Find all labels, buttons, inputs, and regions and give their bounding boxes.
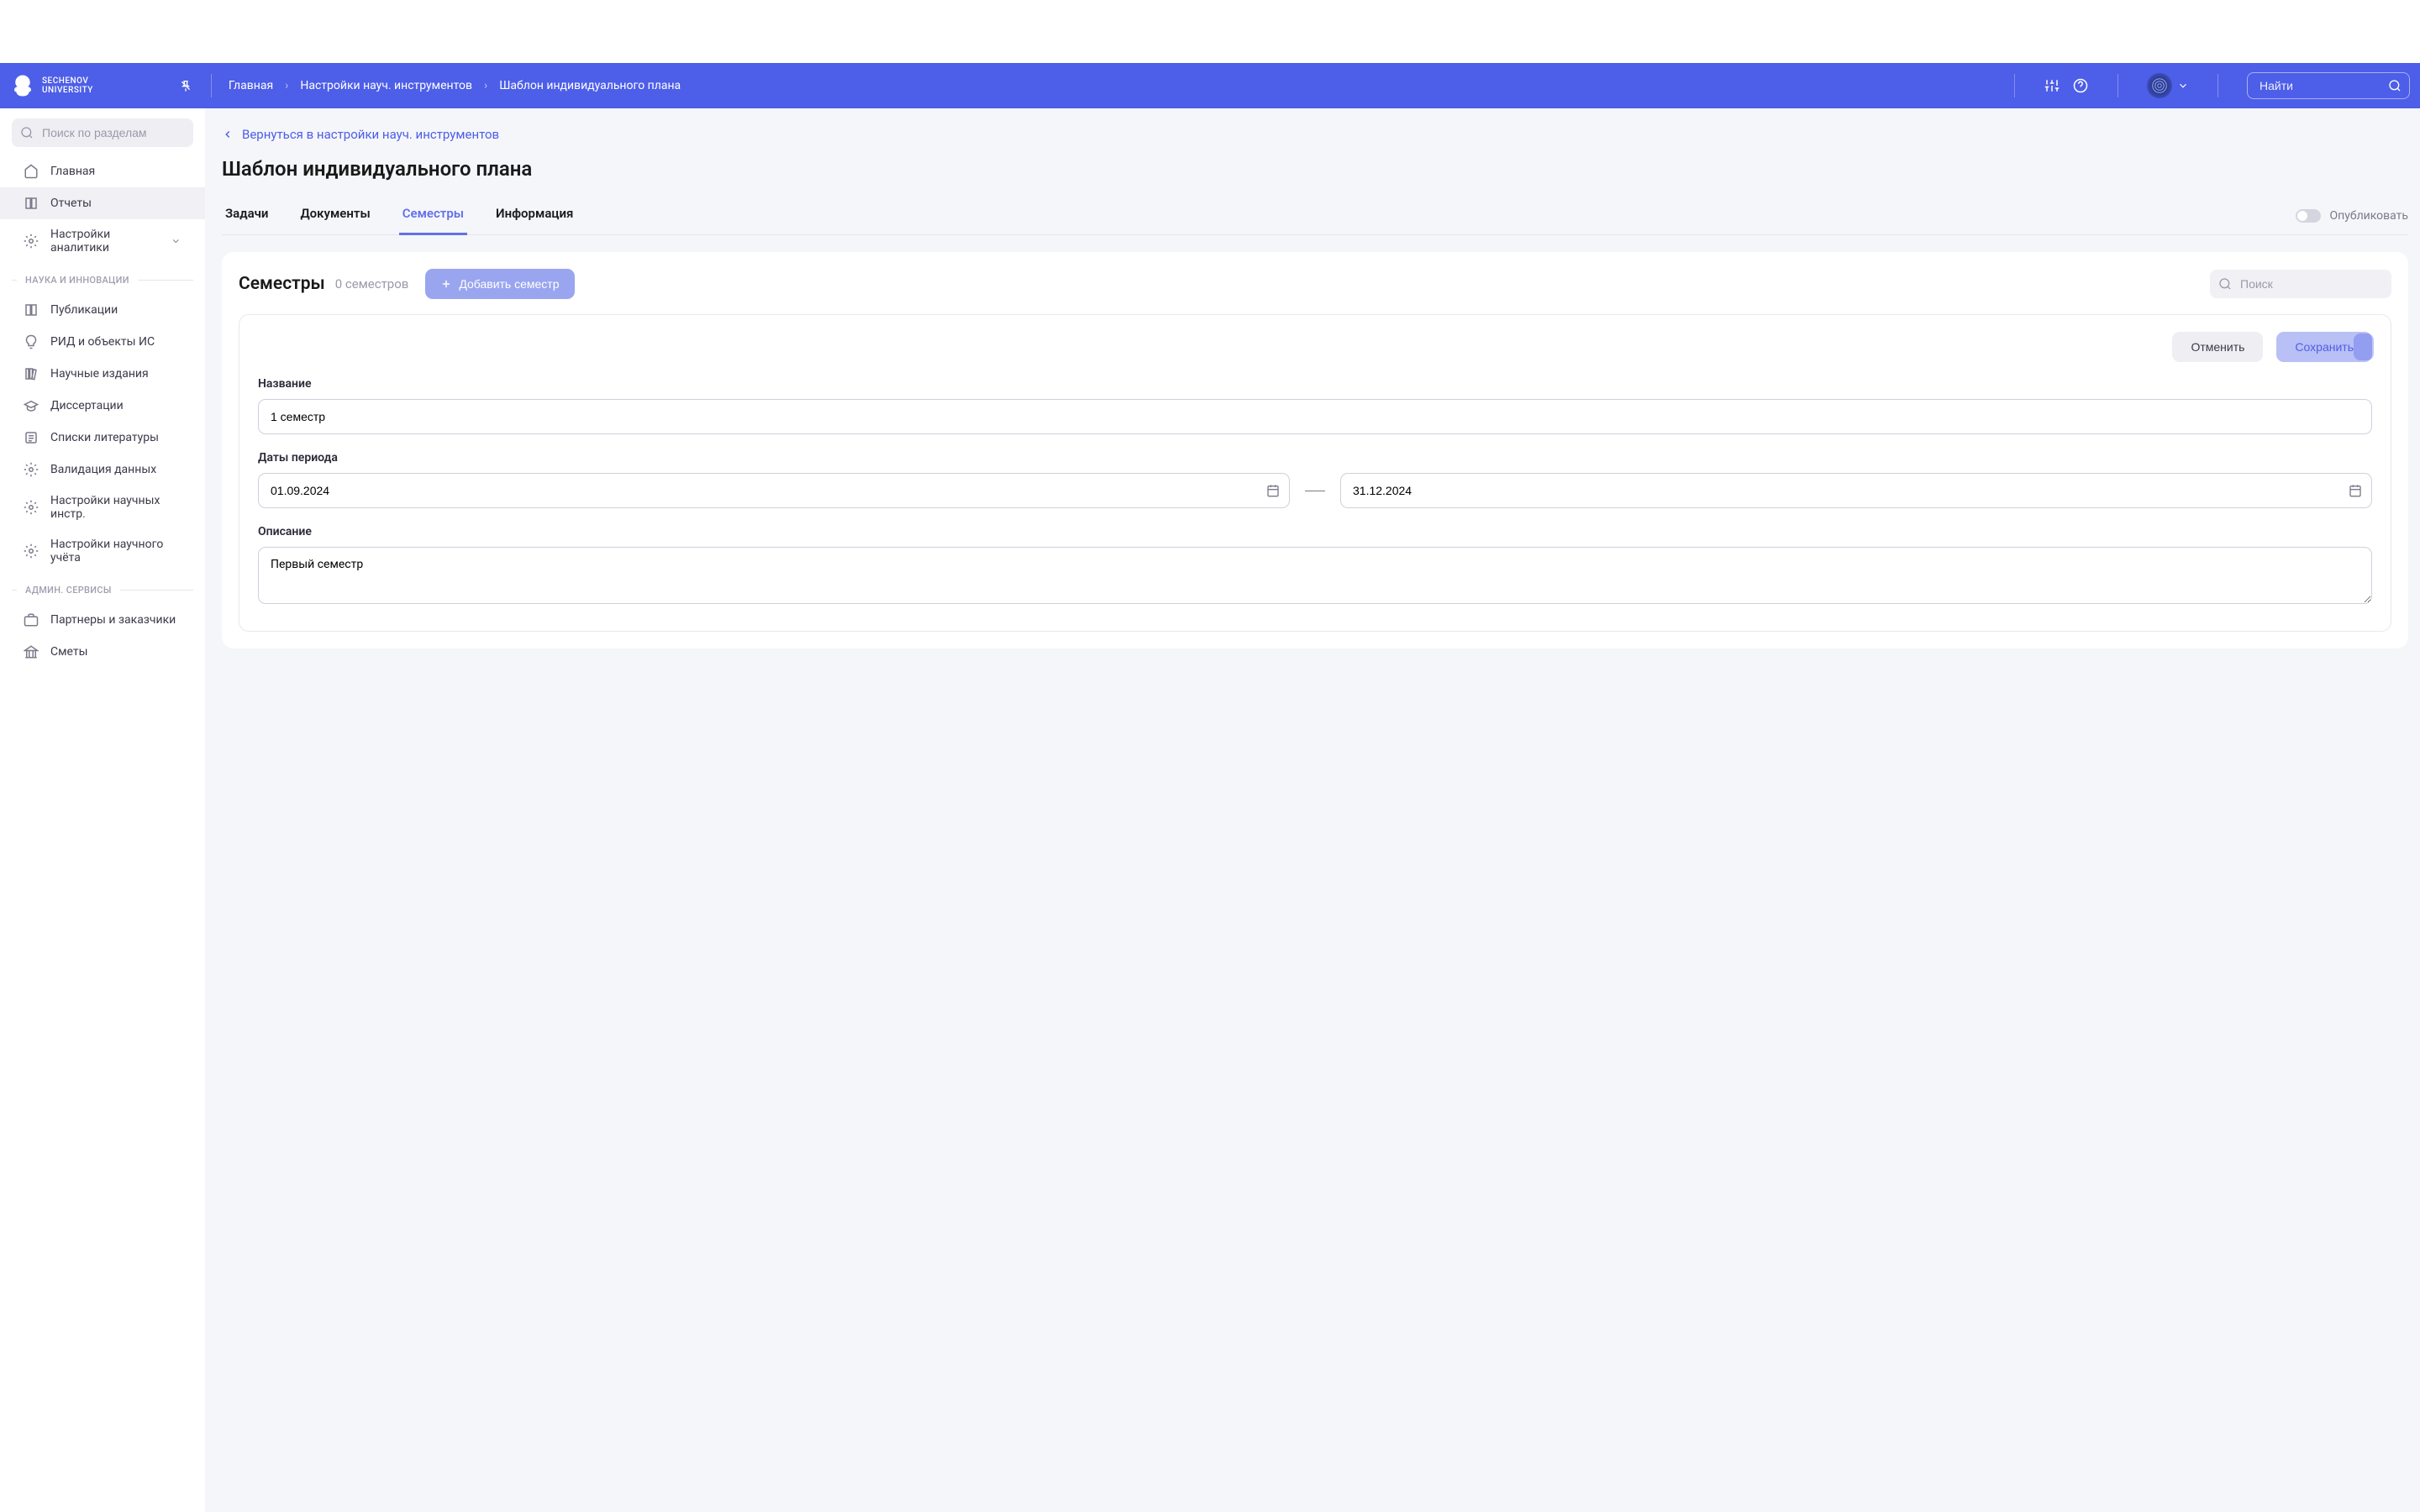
nav-sci-accounting[interactable]: Настройки научного учёта [0, 529, 205, 573]
card-title: Семестры [239, 274, 325, 294]
chevron-down-icon [171, 235, 182, 247]
chevron-down-icon [2177, 80, 2189, 92]
header: SECHENOV UNIVERSITY Главная › Настройки … [0, 63, 2420, 108]
avatar [2147, 73, 2172, 98]
tab-tasks[interactable]: Задачи [222, 197, 271, 235]
save-button[interactable]: Сохранить [2276, 332, 2372, 362]
nav-label: Сметы [50, 645, 87, 659]
publish-toggle-wrap: Опубликовать [2296, 209, 2408, 223]
gear-icon [24, 543, 39, 559]
nav-label: Публикации [50, 303, 118, 317]
nav-label: Настройки аналитики [50, 228, 159, 255]
sidebar-search-input[interactable] [12, 118, 193, 147]
nav-dissertations[interactable]: Диссертации [0, 390, 205, 422]
breadcrumbs: Главная › Настройки науч. инструментов ›… [229, 79, 681, 92]
nav-label: Научные издания [50, 367, 149, 381]
breadcrumb-2[interactable]: Шаблон индивидуального плана [499, 79, 681, 92]
nav-literature[interactable]: Списки литературы [0, 422, 205, 454]
nav-publications[interactable]: Публикации [0, 294, 205, 326]
publish-toggle[interactable] [2296, 209, 2321, 223]
logo[interactable]: SECHENOV UNIVERSITY [10, 73, 93, 98]
cap-icon [24, 398, 39, 413]
desc-label: Описание [258, 525, 2372, 538]
semester-form: Отменить Сохранить Название Даты периода [239, 314, 2391, 632]
calendar-icon [1266, 484, 1280, 497]
nav-label: Главная [50, 165, 95, 178]
section-admin: АДМИН. СЕРВИСЫ [0, 573, 205, 604]
gear-icon [24, 462, 39, 477]
card-search-input[interactable] [2210, 270, 2391, 298]
breadcrumb-1[interactable]: Настройки науч. инструментов [300, 79, 472, 92]
add-semester-button[interactable]: Добавить семестр [425, 269, 574, 299]
help-icon[interactable] [2072, 77, 2089, 94]
global-search-input[interactable] [2247, 72, 2410, 99]
breadcrumb-0[interactable]: Главная [229, 79, 273, 92]
publish-label: Опубликовать [2329, 209, 2408, 223]
back-link-text: Вернуться в настройки науч. инструментов [242, 127, 499, 142]
user-menu[interactable] [2147, 73, 2189, 98]
nav-label: Партнеры и заказчики [50, 613, 176, 627]
cancel-button[interactable]: Отменить [2172, 332, 2263, 362]
nav-label: Отчеты [50, 197, 92, 210]
nav-label: Настройки научных инстр. [50, 494, 182, 521]
bank-icon [24, 644, 39, 659]
nav-home[interactable]: Главная [0, 155, 205, 187]
dates-label: Даты периода [258, 451, 2372, 465]
logo-icon [10, 73, 35, 98]
logo-text-2: UNIVERSITY [42, 86, 93, 95]
logo-text-1: SECHENOV [42, 76, 93, 86]
add-btn-label: Добавить семестр [459, 277, 559, 291]
nav-reports[interactable]: Отчеты [0, 187, 205, 219]
nav-rid[interactable]: РИД и объекты ИС [0, 326, 205, 358]
card-count: 0 семестров [335, 276, 409, 291]
nav-partners[interactable]: Партнеры и заказчики [0, 604, 205, 636]
calendar-icon [2349, 484, 2362, 497]
name-label: Название [258, 377, 2372, 391]
chevron-left-icon [222, 129, 234, 140]
nav-estimates[interactable]: Сметы [0, 636, 205, 668]
page-title: Шаблон индивидуального плана [222, 157, 2408, 181]
list-icon [24, 430, 39, 445]
section-science: НАУКА И ИННОВАЦИИ [0, 263, 205, 294]
chevron-right-icon: › [285, 79, 288, 92]
tab-documents[interactable]: Документы [297, 197, 373, 235]
back-link[interactable]: Вернуться в настройки науч. инструментов [222, 127, 499, 142]
nav-analytics[interactable]: Настройки аналитики [0, 219, 205, 263]
bulb-icon [24, 334, 39, 349]
plus-icon [440, 278, 452, 290]
global-search [2247, 72, 2410, 99]
search-icon [2218, 277, 2232, 291]
tab-info[interactable]: Информация [492, 197, 576, 235]
sidebar: Главная Отчеты Настройки аналитики НАУКА… [0, 108, 205, 1512]
books-icon [24, 366, 39, 381]
nav-label: Списки литературы [50, 431, 159, 444]
date-from-input[interactable] [258, 473, 1290, 508]
nav-validation[interactable]: Валидация данных [0, 454, 205, 486]
chevron-right-icon: › [484, 79, 487, 92]
semesters-card: Семестры 0 семестров Добавить семестр От… [222, 252, 2408, 648]
nav-label: Настройки научного учёта [50, 538, 182, 564]
pin-icon[interactable] [177, 77, 194, 94]
home-icon [24, 164, 39, 179]
search-icon [20, 126, 34, 139]
nav-label: РИД и объекты ИС [50, 335, 155, 349]
date-to-input[interactable] [1340, 473, 2372, 508]
tabs-row: Задачи Документы Семестры Информация Опу… [222, 197, 2408, 235]
nav-label: Валидация данных [50, 463, 156, 476]
desc-input[interactable] [258, 547, 2372, 604]
search-icon [2388, 79, 2402, 92]
book-icon [24, 196, 39, 211]
name-input[interactable] [258, 399, 2372, 434]
gear-icon [24, 234, 39, 249]
tab-semesters[interactable]: Семестры [399, 197, 467, 235]
main: Вернуться в настройки науч. инструментов… [205, 108, 2420, 1512]
briefcase-icon [24, 612, 39, 627]
nav-sci-instruments[interactable]: Настройки научных инстр. [0, 486, 205, 529]
book-icon [24, 302, 39, 318]
settings-sliders-icon[interactable] [2044, 77, 2060, 94]
gear-icon [24, 500, 39, 515]
nav-label: Диссертации [50, 399, 124, 412]
nav-editions[interactable]: Научные издания [0, 358, 205, 390]
